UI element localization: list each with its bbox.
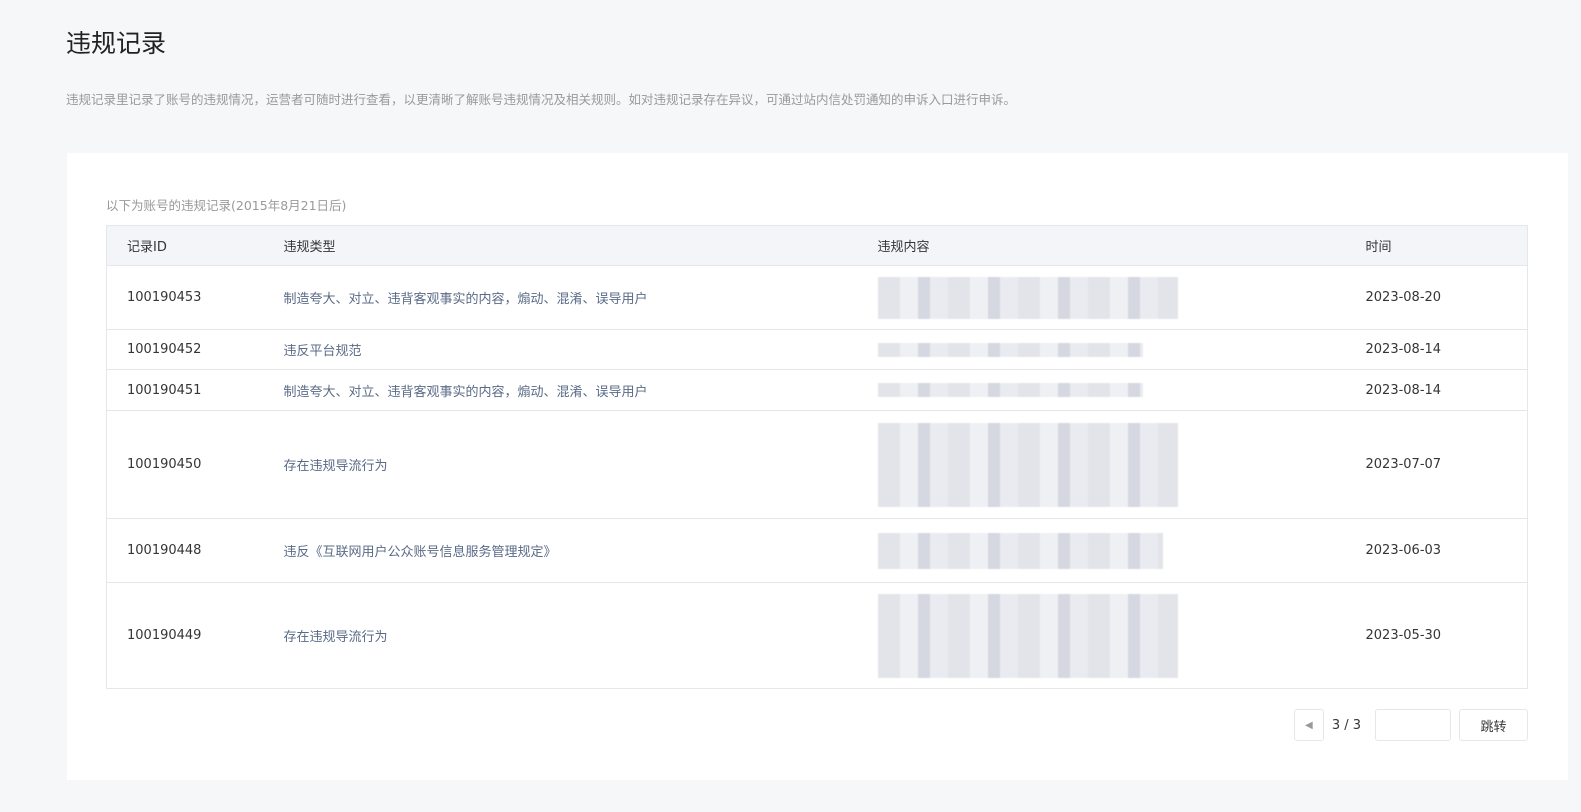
table-row: 100190448 违反《互联网用户公众账号信息服务管理规定》 2023-06-03	[106, 518, 1528, 583]
header-content: 违规内容	[857, 225, 1346, 266]
record-date: 2023-06-03	[1345, 518, 1528, 583]
header-id: 记录ID	[106, 225, 264, 266]
header-type: 违规类型	[263, 225, 858, 266]
record-id: 100190449	[106, 582, 264, 689]
caret-left-icon: ◀	[1304, 719, 1313, 731]
record-id: 100190451	[106, 369, 264, 411]
violation-content-blurred	[857, 329, 1346, 370]
violation-type: 制造夸大、对立、违背客观事实的内容，煽动、混淆、误导用户	[263, 369, 858, 411]
page-jump-input[interactable]	[1375, 709, 1451, 741]
record-id: 100190453	[106, 265, 264, 330]
record-date: 2023-08-14	[1345, 369, 1528, 411]
violation-content-blurred	[857, 582, 1346, 689]
record-date: 2023-08-20	[1345, 265, 1528, 330]
violation-type: 制造夸大、对立、违背客观事实的内容，煽动、混淆、误导用户	[263, 265, 858, 330]
records-card: 以下为账号的违规记录(2015年8月21日后) 记录ID 违规类型 违规内容 时…	[67, 153, 1568, 780]
page-title: 违规记录	[66, 29, 167, 58]
violation-content-blurred	[857, 518, 1346, 583]
record-id: 100190450	[106, 410, 264, 519]
record-date: 2023-05-30	[1345, 582, 1528, 689]
page-description: 违规记录里记录了账号的违规情况，运营者可随时进行查看，以更清晰了解账号违规情况及…	[66, 92, 1017, 107]
violation-type: 违反平台规范	[263, 329, 858, 370]
table-row: 100190450 存在违规导流行为 2023-07-07	[106, 410, 1528, 519]
page-indicator: 3 / 3	[1331, 717, 1361, 733]
record-id: 100190452	[106, 329, 264, 370]
violation-type: 存在违规导流行为	[263, 582, 858, 689]
violation-content-blurred	[857, 369, 1346, 411]
violation-content-blurred	[857, 410, 1346, 519]
record-id: 100190448	[106, 518, 264, 583]
table-header: 记录ID 违规类型 违规内容 时间	[106, 225, 1528, 266]
record-date: 2023-08-14	[1345, 329, 1528, 370]
violation-type: 存在违规导流行为	[263, 410, 858, 519]
table-row: 100190451 制造夸大、对立、违背客观事实的内容，煽动、混淆、误导用户 202…	[106, 369, 1528, 411]
violation-table: 记录ID 违规类型 违规内容 时间 100190453 制造夸大、对立、违背客观事…	[106, 225, 1528, 689]
records-subtitle: 以下为账号的违规记录(2015年8月21日后)	[106, 198, 347, 213]
violation-content-blurred	[857, 265, 1346, 330]
prev-page-button[interactable]: ◀	[1293, 709, 1324, 741]
table-row: 100190453 制造夸大、对立、违背客观事实的内容，煽动、混淆、误导用户 202…	[106, 265, 1528, 330]
table-row: 100190452 违反平台规范 2023-08-14	[106, 329, 1528, 370]
pagination: ◀ 3 / 3 跳转	[1293, 709, 1528, 741]
record-date: 2023-07-07	[1345, 410, 1528, 519]
table-row: 100190449 存在违规导流行为 2023-05-30	[106, 582, 1528, 689]
header-time: 时间	[1345, 225, 1528, 266]
jump-button[interactable]: 跳转	[1459, 709, 1528, 741]
violation-type: 违反《互联网用户公众账号信息服务管理规定》	[263, 518, 858, 583]
